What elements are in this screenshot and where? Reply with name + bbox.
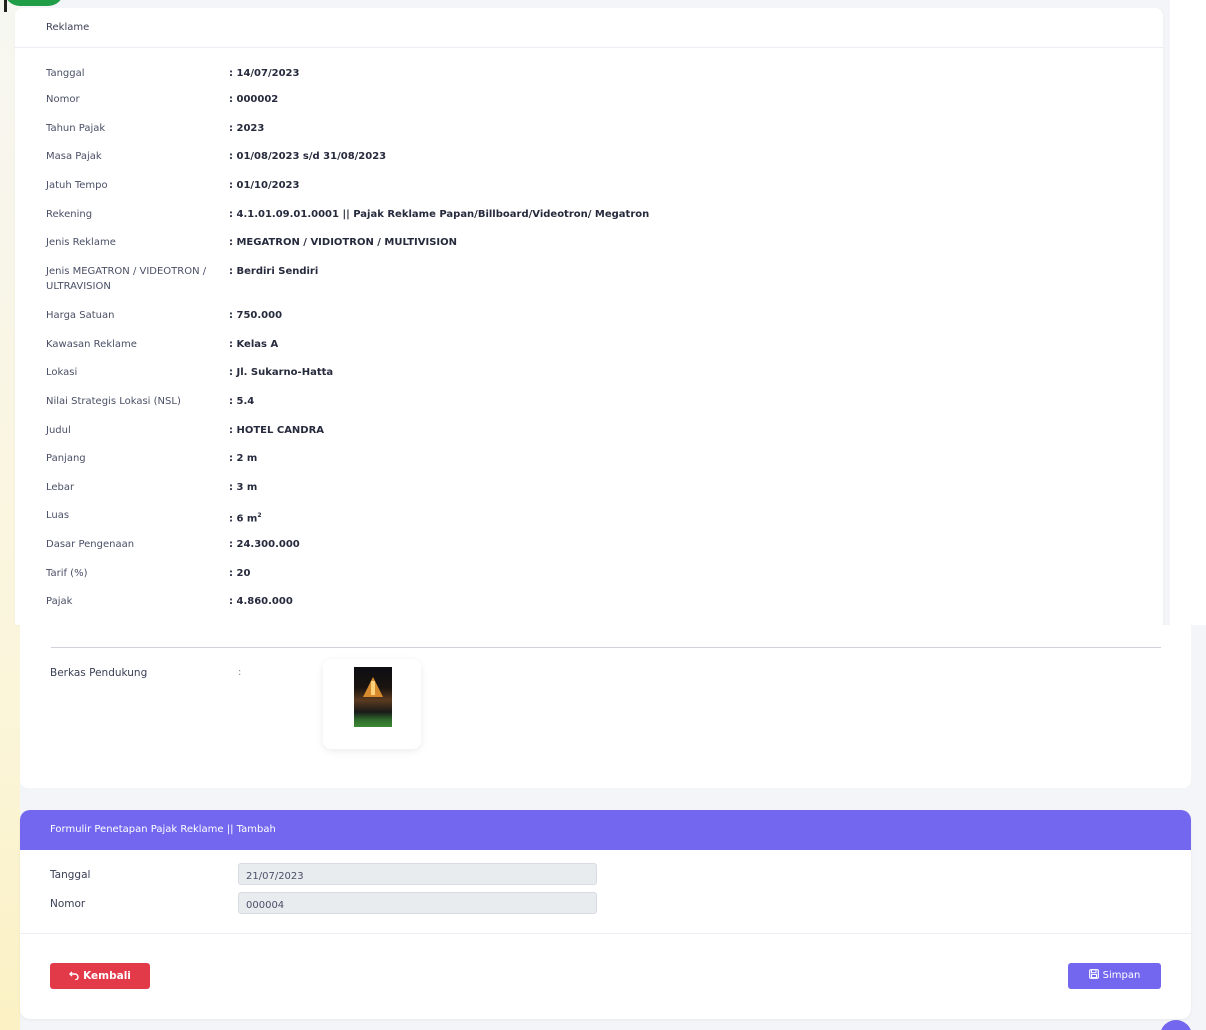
- form-row-tanggal: Tanggal: [20, 863, 1191, 885]
- info-value: : 2023: [229, 123, 265, 134]
- save-button-label: Simpan: [1102, 970, 1141, 981]
- info-label: Nomor: [46, 94, 80, 105]
- nomor-field[interactable]: [238, 892, 597, 914]
- floating-action-button[interactable]: [1160, 1020, 1192, 1030]
- info-label: Nilai Strategis Lokasi (NSL): [46, 396, 181, 407]
- page-background-right: [1170, 0, 1206, 625]
- info-value: : 000002: [229, 94, 279, 105]
- undo-icon: [69, 963, 79, 989]
- nomor-label: Nomor: [50, 898, 86, 910]
- back-button-label: Kembali: [83, 970, 131, 982]
- info-label: Lokasi: [46, 367, 78, 378]
- info-label: Judul: [46, 425, 71, 436]
- info-value-text: : 6 m: [229, 513, 258, 525]
- info-label: Kawasan Reklame: [46, 339, 137, 350]
- attachments-card: Berkas Pendukung :: [20, 625, 1191, 788]
- info-value: : Jl. Sukarno-Hatta: [229, 367, 334, 378]
- info-label: Tarif (%): [46, 568, 88, 579]
- attachment-image[interactable]: [354, 667, 392, 727]
- info-label: Jenis Reklame: [46, 237, 116, 248]
- info-value: : Berdiri Sendiri: [229, 266, 319, 277]
- info-value-superscript: 2: [257, 512, 262, 519]
- tanggal-field[interactable]: [238, 863, 597, 885]
- form-card: Formulir Penetapan Pajak Reklame || Tamb…: [20, 810, 1191, 1019]
- info-card-title: Reklame: [15, 8, 1163, 48]
- info-value: : 5.4: [229, 396, 255, 407]
- info-label: Dasar Pengenaan: [46, 539, 135, 550]
- attachments-colon: :: [238, 667, 242, 678]
- info-label: Masa Pajak: [46, 151, 102, 162]
- info-value: : 14/07/2023: [229, 68, 300, 79]
- attachments-label: Berkas Pendukung: [50, 667, 148, 679]
- info-value: : 20: [229, 568, 251, 579]
- back-button[interactable]: Kembali: [50, 963, 150, 989]
- form-divider: [20, 933, 1191, 934]
- attachment-thumbnail[interactable]: [323, 659, 421, 749]
- info-label: Lebar: [46, 482, 75, 493]
- info-label: Jatuh Tempo: [46, 180, 108, 191]
- save-button[interactable]: Simpan: [1068, 963, 1161, 989]
- info-value: : 6 m2: [229, 508, 262, 526]
- info-label: Luas: [46, 510, 70, 521]
- info-label: Rekening: [46, 209, 93, 220]
- info-label: Panjang: [46, 453, 86, 464]
- form-row-nomor: Nomor: [20, 892, 1191, 914]
- info-value: : 01/10/2023: [229, 180, 300, 191]
- info-value: : 4.860.000: [229, 596, 293, 607]
- info-value: : 01/08/2023 s/d 31/08/2023: [229, 151, 387, 162]
- info-label: Harga Satuan: [46, 310, 115, 321]
- info-label: Tahun Pajak: [46, 123, 106, 134]
- info-value: : 24.300.000: [229, 539, 300, 550]
- info-value: : HOTEL CANDRA: [229, 425, 325, 436]
- tanggal-label: Tanggal: [50, 869, 91, 881]
- attachment-image-light: [371, 681, 375, 695]
- info-value: : 750.000: [229, 310, 283, 321]
- info-card: Reklame Tanggal : 14/07/2023 Nomor : 000…: [15, 8, 1163, 625]
- info-value: : 4.1.01.09.01.0001 || Pajak Reklame Pap…: [229, 209, 650, 220]
- info-value: : 3 m: [229, 482, 258, 493]
- info-value: : Kelas A: [229, 339, 279, 350]
- save-icon: [1088, 963, 1099, 989]
- info-label: Pajak: [46, 596, 73, 607]
- form-title: Formulir Penetapan Pajak Reklame || Tamb…: [20, 810, 1191, 850]
- section-divider: [51, 647, 1161, 648]
- info-value: : 2 m: [229, 453, 258, 464]
- info-value: : MEGATRON / VIDIOTRON / MULTIVISION: [229, 237, 458, 248]
- info-label: Jenis MEGATRON / VIDEOTRON / ULTRAVISION: [46, 266, 207, 292]
- logo-fragment-mark: [4, 0, 7, 12]
- info-label: Tanggal: [46, 68, 85, 79]
